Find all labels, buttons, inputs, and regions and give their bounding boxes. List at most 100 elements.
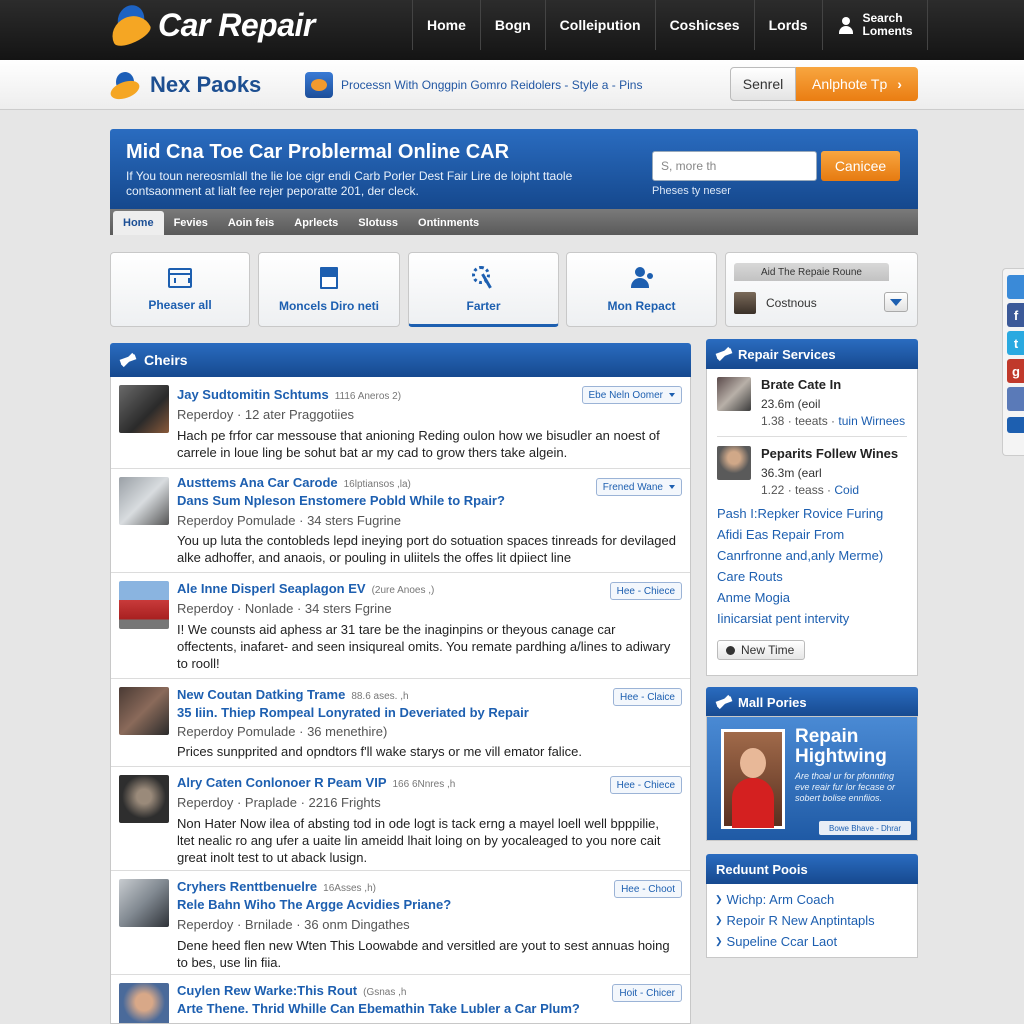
filter-selected-value: Costnous [766,296,817,310]
service-link[interactable]: Anme Mogia [717,590,790,605]
post-subtitle[interactable]: 35 Iiin. Thiep Rompeal Lonyrated in Deve… [177,705,529,720]
post-body: I! We counsts aid aphess ar 31 tare be t… [177,622,671,671]
filter-select[interactable]: Costnous [734,289,910,317]
share-icon[interactable] [1007,275,1024,299]
post-title[interactable]: Austtems Ana Car Carode 16lptiansos ,la) [177,475,411,490]
post-title[interactable]: Jay Sudtomitin Schtums 1116 Aneros 2) [177,387,401,402]
post-tag-label: Hee - Chiece [616,779,675,791]
service-link[interactable]: Afidi Eas Repair From [717,527,844,542]
secondary-brand[interactable]: Nex Paoks [108,70,261,103]
posts-list: Jay Sudtomitin Schtums 1116 Aneros 2) Rep… [110,377,691,1024]
google-plus-icon[interactable]: g [1007,359,1024,383]
hero-search-input[interactable]: S, more th [652,151,817,181]
post-tag-dropdown[interactable]: Hee - Choot [614,880,682,898]
tab-home[interactable]: Home [113,211,164,235]
repair-services-header: Repair Services [706,339,918,369]
list-item[interactable]: Austtems Ana Car Carode 16lptiansos ,la) … [111,469,690,573]
promo-title: Mall Pories [738,694,807,710]
service-name[interactable]: Peparits Follew Wines [761,446,898,461]
tab-3[interactable]: Aoin feis [218,211,284,235]
post-title[interactable]: Alry Caten Conlonoer R Peam VIP 166 6Nnre… [177,775,455,790]
service-link[interactable]: Canrfronne and,anly Merme) [717,548,883,563]
post-title[interactable]: New Coutan Datking Trame 88.6 ases. ,h [177,687,409,702]
post-subtitle[interactable]: Arte Thene. Thrid Whille Can Ebemathin T… [177,1001,580,1016]
nav-item-home[interactable]: Home [412,0,480,50]
post-title[interactable]: Ale Inne Disperl Seaplagon EV (2ure Anoes… [177,581,434,596]
nav-item-3[interactable]: Colleipution [544,0,655,50]
list-item[interactable]: Alry Caten Conlonoer R Peam VIP 166 6Nnre… [111,767,690,871]
post-thumbnail [119,879,169,927]
service-line-2: 1.38 · teeats · tuin Wirnees [761,414,905,428]
wrench-icon [120,352,136,368]
service-thumbnail [717,377,751,411]
post-title-text: Jay Sudtomitin Schtums [177,387,329,402]
filter-tile-header[interactable]: Aid The Repaie Roune [734,263,889,281]
bookmark-icon[interactable] [1007,387,1024,411]
hero-banner: Mid Cna Toe Car Problermal Online CAR If… [110,129,918,209]
service-item[interactable]: Peparits Follew Wines 36.3m (earl 1.22 ·… [717,446,911,506]
service-link[interactable]: Care Routs [717,569,783,584]
category-tile-label: Mon Repact [607,298,676,313]
filter-thumb [734,292,756,314]
post-thumbnail [119,477,169,525]
secondary-search-button[interactable]: Senrel [730,67,796,101]
post-title[interactable]: Cryhers Renttbenuelre 16Asses ,h) [177,879,376,894]
nav-item-2[interactable]: Bogn [479,0,545,50]
gear-wrench-icon [471,265,497,289]
tab-5[interactable]: Slotuss [348,211,408,235]
service-name[interactable]: Brate Cate In [761,377,841,392]
service-link[interactable]: Pash I:Repker Rovice Furing [717,506,883,521]
list-item[interactable]: Cuylen Rew Warke:This Rout (Gsnas ,h Arte… [111,975,690,1023]
promo-banner[interactable]: Repain Hightwing Are thoal ur for pfonnt… [706,716,918,841]
post-tag-dropdown[interactable]: Ebe Neln Oomer [581,386,682,404]
post-tag-label: Frened Wane [602,481,663,493]
category-tile-2[interactable]: Moncels Diro neti [258,252,400,327]
facebook-icon[interactable]: f [1007,303,1024,327]
tab-2[interactable]: Fevies [164,211,218,235]
category-tile-label: Moncels Diro neti [278,298,379,313]
post-meta: Reperdoy · Praplade · 2216 Frights [177,795,381,810]
post-subtitle[interactable]: Rele Bahn Wiho The Argge Acvidies Priane… [177,897,451,912]
recent-post-item[interactable]: ❯ Repoir R New Anptintapls [715,913,875,928]
service-item[interactable]: Brate Cate In 23.6m (eoil 1.38 · teeats … [717,377,911,437]
category-tile-3[interactable]: Farter [408,252,559,327]
list-item[interactable]: Cryhers Renttbenuelre 16Asses ,h) Rele Ba… [111,871,690,975]
twitter-icon[interactable]: t [1007,331,1024,355]
tab-6[interactable]: Ontinments [408,211,489,235]
recent-post-item[interactable]: ❯ Supeline Ccar Laot [715,934,837,949]
promo-button[interactable]: Bowe Bhave - Dhrar [819,821,911,835]
post-tag-dropdown[interactable]: Frened Wane [595,478,682,496]
dropdown-button[interactable] [884,292,908,312]
user-menu[interactable]: Search Loments [821,0,928,50]
new-time-button[interactable]: New Time [717,640,805,660]
post-tag-dropdown[interactable]: Hee - Claice [612,688,682,706]
post-subtitle[interactable]: Dans Sum Npleson Enstomere Pobld While t… [177,493,505,508]
recent-post-item[interactable]: ❯ Wichp: Arm Coach [715,892,834,907]
more-icon[interactable] [1007,417,1024,433]
social-sidebar: f t g [1002,268,1024,456]
calendar-icon [168,267,192,288]
list-item[interactable]: New Coutan Datking Trame 88.6 ases. ,h 35… [111,679,690,767]
service-line-2b[interactable]: Coid [834,483,859,497]
tab-4[interactable]: Aprlects [284,211,348,235]
nav-item-5[interactable]: Lords [753,0,822,50]
post-tag-dropdown[interactable]: Hoit - Chicer [612,984,682,1002]
post-thumbnail [119,983,169,1023]
logo-mark-icon [106,1,154,51]
post-tag-dropdown[interactable]: Hee - Chiece [609,776,682,794]
new-time-label: New Time [741,643,795,657]
post-tag-dropdown[interactable]: Hee - Chiece [609,582,682,600]
recent-post-label: Repoir R New Anptintapls [726,913,875,928]
category-tile-4[interactable]: Mon Repact [566,252,717,327]
post-title[interactable]: Cuylen Rew Warke:This Rout (Gsnas ,h [177,983,406,998]
recent-post-label: Wichp: Arm Coach [726,892,835,907]
secondary-orange-button[interactable]: Anlphote Tp › [796,67,918,101]
site-logo[interactable]: Car Repair [106,1,315,51]
nav-item-4[interactable]: Coshicses [654,0,754,50]
list-item[interactable]: Jay Sudtomitin Schtums 1116 Aneros 2) Rep… [111,377,690,469]
category-tile-1[interactable]: Pheaser all [110,252,250,327]
service-link[interactable]: Iinicarsiat pent intervity [717,611,849,626]
hero-search-button[interactable]: Canicee [821,151,900,181]
list-item[interactable]: Ale Inne Disperl Seaplagon EV (2ure Anoes… [111,573,690,679]
service-line-2b[interactable]: tuin Wirnees [838,414,905,428]
